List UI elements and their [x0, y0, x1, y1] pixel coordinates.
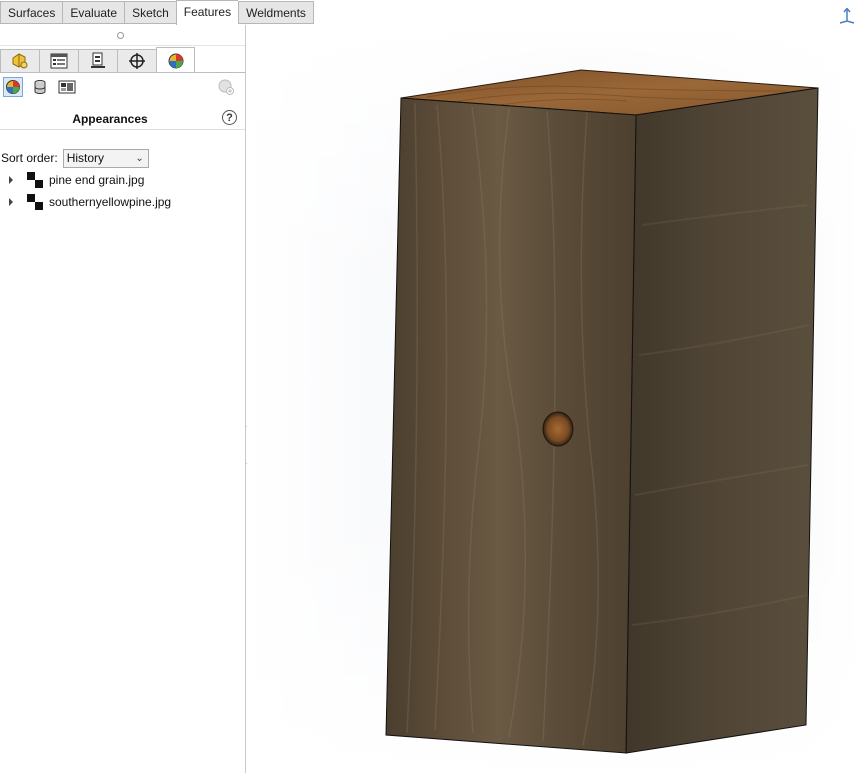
view-orientation-triad-icon[interactable] [838, 8, 856, 26]
appearance-label: southernyellowpine.jpg [49, 195, 172, 209]
texture-appearance-icon [27, 194, 43, 210]
tab-dimxpert-manager[interactable] [117, 49, 156, 73]
appearance-label: pine end grain.jpg [49, 173, 145, 187]
help-icon[interactable]: ? [222, 110, 237, 125]
appearance-search-button[interactable] [216, 77, 236, 97]
tab-configuration-manager[interactable] [78, 49, 117, 73]
block-front-face [385, 97, 637, 754]
page-title: Appearances [72, 112, 148, 126]
appearances-icon [6, 80, 20, 94]
block-side-face [625, 87, 819, 754]
chevron-down-icon: ⌄ [135, 152, 144, 164]
tab-surfaces[interactable]: Surfaces [0, 1, 63, 24]
tab-display-manager[interactable] [156, 47, 195, 73]
appearance-add-icon [218, 79, 234, 95]
property-manager-icon [50, 53, 68, 69]
tab-sketch[interactable]: Sketch [124, 1, 176, 24]
command-manager-tabs: Surfaces Evaluate Sketch Features Weldme… [0, 0, 314, 25]
scene-filter-button[interactable] [30, 77, 50, 97]
expand-arrow-icon[interactable] [9, 176, 13, 184]
knot-hole [542, 411, 574, 447]
sort-order-select[interactable]: History ⌄ [62, 148, 149, 168]
pane-grip[interactable] [0, 25, 245, 46]
tab-property-manager[interactable] [39, 49, 78, 73]
wood-block-model[interactable] [247, 25, 859, 773]
feature-tree-icon [12, 53, 28, 69]
sort-order-row: Sort order: History ⌄ [1, 147, 149, 169]
graphics-viewport[interactable] [247, 25, 859, 773]
tab-feature-manager[interactable] [0, 49, 39, 73]
dimxpert-crosshair-icon [129, 53, 145, 69]
decals-icon [58, 80, 76, 94]
tab-weldments[interactable]: Weldments [238, 1, 314, 24]
list-item[interactable]: southernyellowpine.jpg [0, 192, 171, 212]
appearances-filter-button[interactable] [3, 77, 23, 97]
tab-evaluate[interactable]: Evaluate [62, 1, 125, 24]
list-item[interactable]: pine end grain.jpg [0, 170, 144, 190]
manager-pane: Appearances ? Sort order: History ⌄ pine… [0, 25, 246, 773]
texture-appearance-icon [27, 172, 43, 188]
configuration-manager-icon [91, 52, 105, 68]
tab-features[interactable]: Features [175, 0, 239, 25]
appearances-header: Appearances ? [0, 107, 245, 130]
manager-tabs [0, 47, 195, 73]
sort-order-label: Sort order: [1, 151, 58, 165]
appearance-subtools [0, 75, 245, 101]
sort-order-value: History [66, 150, 105, 165]
decals-filter-button[interactable] [57, 77, 77, 97]
scene-icon [34, 80, 46, 94]
expand-arrow-icon[interactable] [9, 198, 13, 206]
appearance-ball-icon [168, 53, 183, 68]
